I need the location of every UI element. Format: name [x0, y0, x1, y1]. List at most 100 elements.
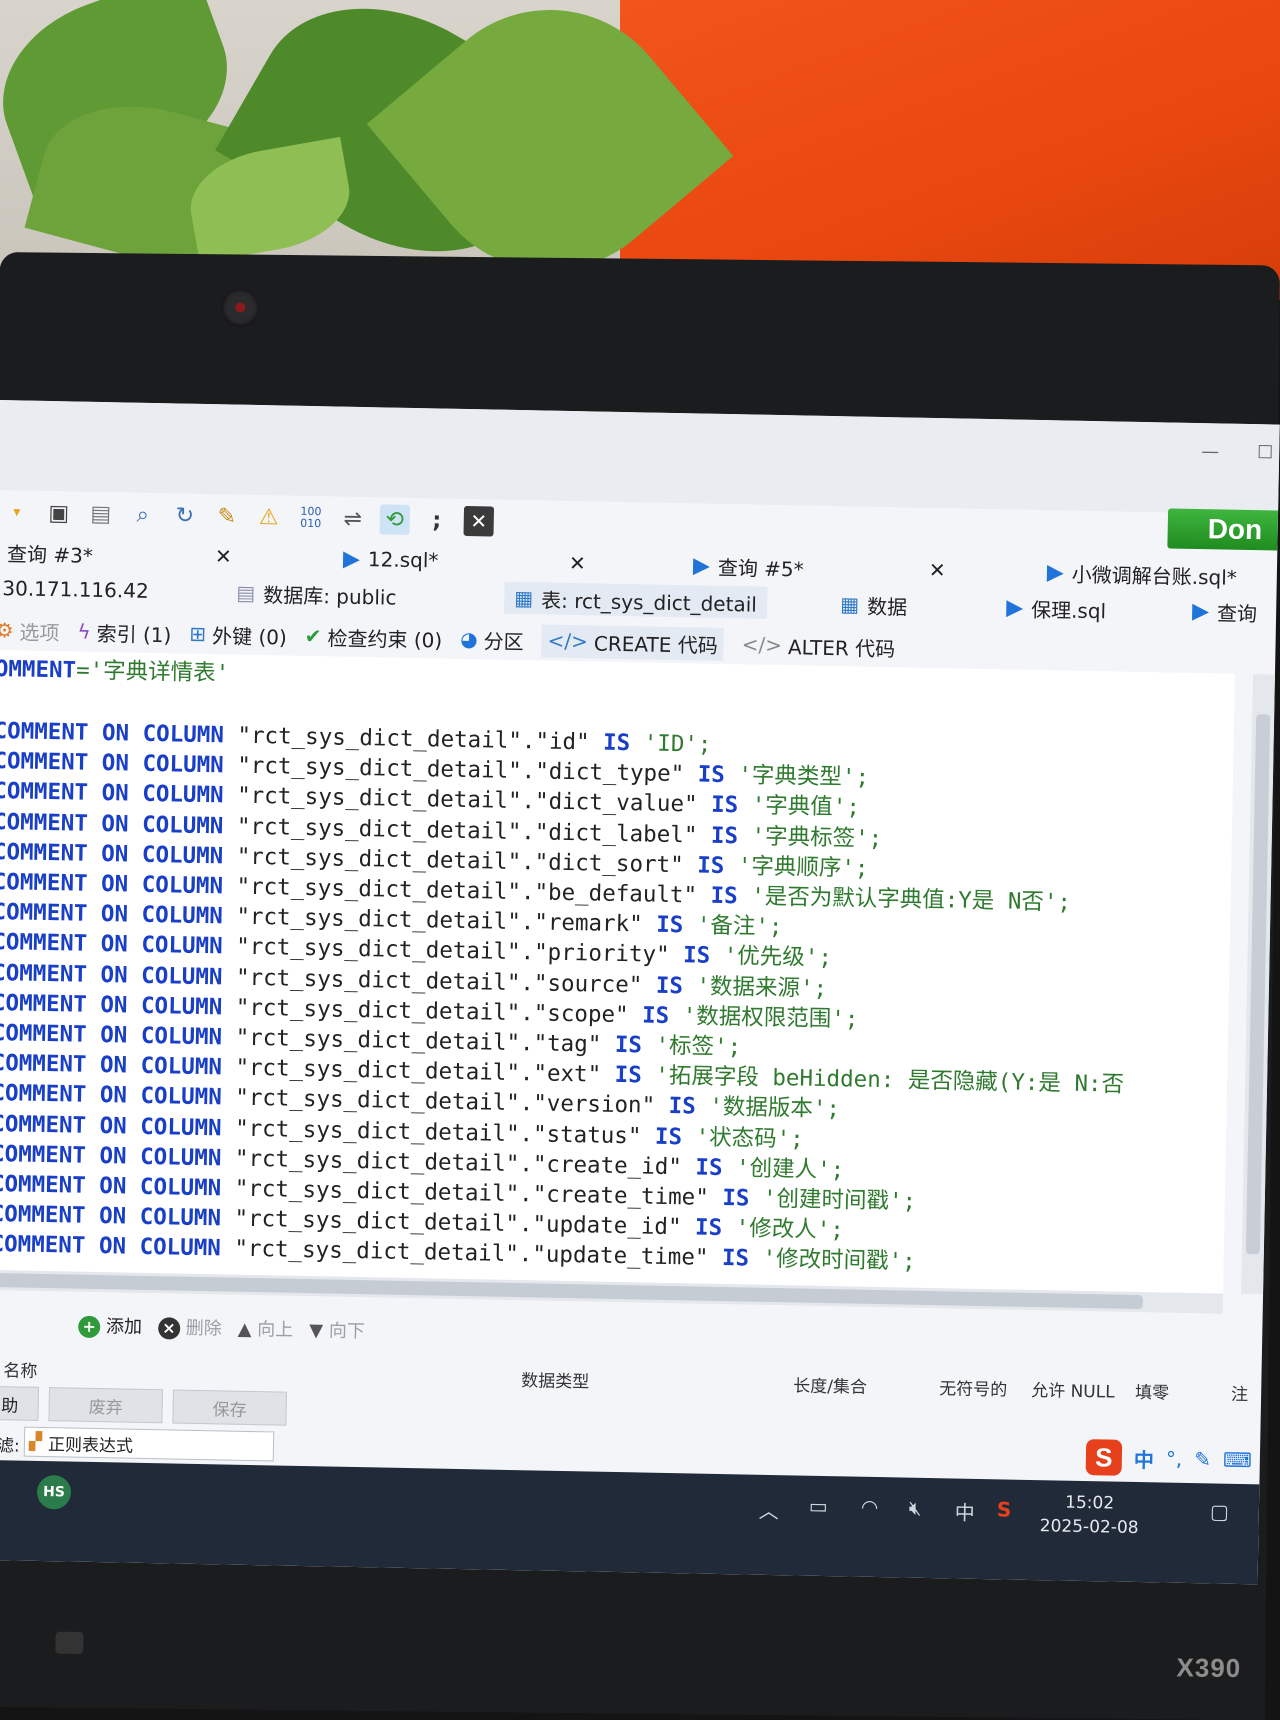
subtab-options[interactable]: ⚙ 选项	[0, 615, 60, 645]
discard-button[interactable]: 废弃	[48, 1387, 164, 1424]
sql-keyword: IS	[614, 1031, 643, 1059]
clear-icon[interactable]: ✎	[212, 501, 243, 532]
close-icon[interactable]: ✕	[929, 554, 946, 586]
column-header[interactable]: 填零	[1135, 1378, 1169, 1404]
tab-label: 保理.sql	[1030, 597, 1107, 623]
ime-indicator[interactable]: 中	[955, 1497, 976, 1526]
sql-keyword: COLUMN	[141, 902, 224, 930]
save-button[interactable]: 保存	[172, 1389, 288, 1426]
pen-icon[interactable]: ✎	[1194, 1447, 1211, 1471]
column-name: "dict_label"	[534, 818, 698, 849]
tab-query-5[interactable]: ▶ 查询 #5*	[693, 549, 804, 583]
add-field-button[interactable]: + 添加	[78, 1312, 142, 1339]
save-all-icon[interactable]: ▤	[86, 499, 117, 530]
ime-language[interactable]: 中	[1134, 1443, 1155, 1472]
close-icon[interactable]: ✕	[569, 547, 586, 579]
hs-app-icon[interactable]: HS	[36, 1474, 72, 1510]
tab-host[interactable]: 30.171.116.42	[2, 572, 149, 607]
subtab-foreign-keys[interactable]: ⊞ 外键 (0)	[189, 619, 287, 650]
table-name: "rct_sys_dict_detail".	[234, 1145, 534, 1178]
tab-database[interactable]: ▤ 数据库: public	[236, 577, 397, 612]
sogou-tray-icon[interactable]: S	[997, 1497, 1012, 1521]
close-icon[interactable]: ✕	[463, 505, 495, 537]
wrap-icon[interactable]: ⇌	[337, 504, 368, 535]
tab-query[interactable]: ▶ 查询	[1192, 595, 1258, 628]
tab-data[interactable]: ▦ 数据	[840, 588, 908, 621]
close-icon[interactable]: ✕	[215, 540, 232, 572]
subtab-label: 选项	[19, 619, 60, 645]
save-icon[interactable]: ▣	[44, 498, 75, 529]
column-header[interactable]: 数据类型	[521, 1366, 589, 1392]
subtab-check-constraints[interactable]: ✔ 检查约束 (0)	[305, 621, 443, 653]
tab-query-3[interactable]: 查询 #3*	[7, 536, 93, 570]
column-name: "priority"	[533, 939, 670, 969]
subtab-indexes[interactable]: ϟ 索引 (1)	[77, 617, 171, 648]
subtab-create-code[interactable]: </> CREATE 代码	[541, 623, 725, 661]
move-down-button[interactable]: ▼ 向下	[309, 1316, 365, 1343]
subtab-alter-code[interactable]: </> ALTER 代码	[741, 630, 896, 662]
system-clock[interactable]: 15:02 2025-02-08	[1040, 1490, 1140, 1540]
chevron-up-icon[interactable]: ︿	[759, 1495, 780, 1524]
table-name: "rct_sys_dict_detail".	[234, 1115, 534, 1147]
dropdown-arrow-icon[interactable]: ▾	[2, 497, 33, 528]
keyboard-key	[55, 1631, 84, 1654]
notification-icon[interactable]: ▢	[1210, 1499, 1229, 1523]
column-comment: '字典类型';	[738, 762, 870, 791]
filter-placeholder: 正则表达式	[47, 1434, 134, 1457]
battery-icon[interactable]: ▭	[809, 1494, 828, 1518]
warning-icon[interactable]: ⚠	[254, 502, 285, 533]
column-comment: '标签';	[655, 1032, 742, 1061]
tab-12-sql[interactable]: ▶ 12.sql*	[343, 543, 439, 577]
screen: — ☐ ▾ ▣ ▤ ⌕ ↻ ✎ ⚠ 100 010 ⇌ ⟲ ; ✕ Don 查询 …	[0, 400, 1280, 1585]
sql-keyword: COLUMN	[140, 1083, 222, 1111]
sql-keyword: COMMENT	[0, 1019, 87, 1048]
sql-keyword: COLUMN	[140, 1113, 222, 1141]
punctuation-icon[interactable]: °,	[1166, 1447, 1183, 1471]
tab-xiaowei-sql[interactable]: ▶ 小微调解台账.sql*	[1047, 556, 1238, 592]
sql-keyword: IS	[682, 942, 711, 970]
webcam	[221, 288, 260, 327]
move-up-button[interactable]: ▲ 向上	[237, 1315, 293, 1342]
column-name: "dict_sort"	[534, 849, 684, 879]
sql-keyword: COMMENT	[0, 1201, 86, 1229]
minimize-icon[interactable]: —	[1201, 441, 1219, 462]
column-header[interactable]: 无符号的	[939, 1374, 1007, 1400]
database-icon: ▤	[236, 580, 256, 605]
sql-keyword: ON	[101, 720, 130, 747]
volume-muted-icon[interactable]: 🔇︎	[909, 1496, 922, 1520]
tab-label: 12.sql*	[367, 547, 439, 573]
search-icon[interactable]: ⌕	[128, 499, 159, 530]
sogou-ime-logo[interactable]: S	[1085, 1439, 1123, 1476]
wifi-icon[interactable]: ◠	[861, 1495, 879, 1519]
binary-icon[interactable]: 100 010	[296, 503, 327, 534]
column-header[interactable]: 名称	[3, 1356, 37, 1382]
sql-keyword: IS	[710, 822, 739, 849]
maximize-icon[interactable]: ☐	[1257, 442, 1274, 463]
sql-keyword: IS	[697, 761, 726, 789]
column-header[interactable]: 注	[1231, 1380, 1248, 1405]
sql-editor[interactable]: OMMENT='字典详情表' COMMENT ON COLUMN "rct_sy…	[0, 649, 1235, 1294]
sql-keyword: ON	[101, 810, 129, 838]
delete-field-button[interactable]: × 删除	[157, 1313, 222, 1340]
foreign-key-icon: ⊞	[189, 621, 207, 646]
help-button[interactable]: 助	[0, 1385, 40, 1421]
tab-baoli-sql[interactable]: ▶ 保理.sql	[1006, 591, 1107, 625]
sql-keyword: IS	[654, 1123, 683, 1150]
replace-icon[interactable]: ↻	[170, 500, 201, 531]
column-comment: '状态码';	[695, 1124, 804, 1153]
subtab-partitions[interactable]: ◕ 分区	[460, 624, 524, 654]
filter-input[interactable]: ▞ 正则表达式	[23, 1426, 275, 1462]
sql-keyword: IS	[655, 972, 684, 999]
done-button[interactable]: Don	[1167, 508, 1279, 551]
keyboard-icon[interactable]: ⌨	[1223, 1448, 1252, 1473]
sync-icon[interactable]: ⟲	[379, 504, 411, 535]
tab-label: 查询 #3*	[6, 541, 94, 568]
semicolon-icon[interactable]: ;	[421, 505, 452, 536]
sql-keyword: IS	[696, 852, 725, 879]
column-header[interactable]: 允许 NULL	[1031, 1376, 1115, 1403]
tab-table[interactable]: ▦ 表: rct_sys_dict_detail	[503, 581, 768, 619]
column-header[interactable]: 长度/集合	[793, 1371, 867, 1397]
sql-keyword: COMMENT	[0, 929, 88, 958]
column-comment: '数据权限范围';	[682, 1003, 859, 1033]
sql-keyword: ON	[100, 991, 128, 1019]
